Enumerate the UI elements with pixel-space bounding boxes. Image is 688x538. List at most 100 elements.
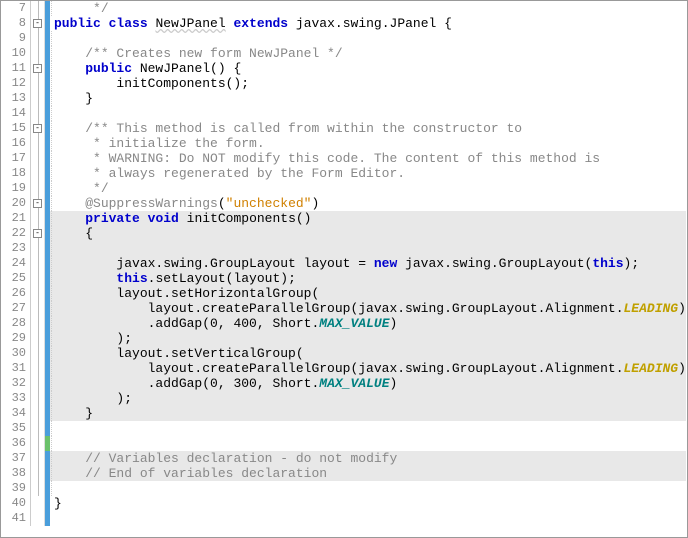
code-content[interactable]: private void initComponents() [50,211,686,226]
code-content[interactable] [50,436,686,451]
code-content[interactable]: .addGap(0, 300, Short.MAX_VALUE) [50,376,686,391]
code-content[interactable]: } [50,91,686,106]
code-line[interactable]: 15- /** This method is called from withi… [1,121,686,136]
code-line[interactable]: 24 javax.swing.GroupLayout layout = new … [1,256,686,271]
code-content[interactable]: this.setLayout(layout); [50,271,686,286]
code-content[interactable]: javax.swing.GroupLayout layout = new jav… [50,256,686,271]
code-line[interactable]: 17 * WARNING: Do NOT modify this code. T… [1,151,686,166]
line-number: 11 [1,61,31,76]
code-content[interactable]: } [50,496,686,511]
code-content[interactable] [50,481,686,496]
code-line[interactable]: 21 private void initComponents() [1,211,686,226]
code-content[interactable]: { [50,226,686,241]
fold-gutter [31,211,45,226]
code-line[interactable]: 12 initComponents(); [1,76,686,91]
code-line[interactable]: 14 [1,106,686,121]
code-content[interactable]: public NewJPanel() { [50,61,686,76]
code-content[interactable]: */ [50,1,686,16]
fold-gutter[interactable]: - [31,196,45,211]
code-content[interactable]: .addGap(0, 400, Short.MAX_VALUE) [50,316,686,331]
code-line[interactable]: 35 [1,421,686,436]
code-line[interactable]: 32 .addGap(0, 300, Short.MAX_VALUE) [1,376,686,391]
code-line[interactable]: 27 layout.createParallelGroup(javax.swin… [1,301,686,316]
code-line[interactable]: 13 } [1,91,686,106]
fold-gutter[interactable]: - [31,61,45,76]
code-content[interactable] [50,106,686,121]
code-editor[interactable]: 7 */8-public class NewJPanel extends jav… [0,0,688,538]
code-line[interactable]: 11- public NewJPanel() { [1,61,686,76]
fold-gutter[interactable]: - [31,16,45,31]
line-number: 12 [1,76,31,91]
code-line[interactable]: 39 [1,481,686,496]
line-number: 19 [1,181,31,196]
code-content[interactable]: ); [50,331,686,346]
code-content[interactable] [50,421,686,436]
fold-gutter[interactable]: - [31,226,45,241]
code-content[interactable] [50,511,686,526]
code-content[interactable]: layout.createParallelGroup(javax.swing.G… [50,361,686,376]
code-line[interactable]: 7 */ [1,1,686,16]
code-line[interactable]: 20- @SuppressWarnings("unchecked") [1,196,686,211]
code-content[interactable] [50,31,686,46]
fold-collapse-icon[interactable]: - [33,199,42,208]
fold-gutter [31,241,45,256]
code-content[interactable]: // End of variables declaration [50,466,686,481]
code-line[interactable]: 38 // End of variables declaration [1,466,686,481]
code-line[interactable]: 41 [1,511,686,526]
code-line[interactable]: 22- { [1,226,686,241]
code-line[interactable]: 33 ); [1,391,686,406]
code-content[interactable]: ); [50,391,686,406]
code-line[interactable]: 26 layout.setHorizontalGroup( [1,286,686,301]
code-line[interactable]: 36 [1,436,686,451]
code-line[interactable]: 28 .addGap(0, 400, Short.MAX_VALUE) [1,316,686,331]
fold-gutter [31,76,45,91]
line-number: 32 [1,376,31,391]
code-content[interactable]: /** Creates new form NewJPanel */ [50,46,686,61]
fold-gutter[interactable]: - [31,121,45,136]
code-line[interactable]: 8-public class NewJPanel extends javax.s… [1,16,686,31]
code-content[interactable]: * always regenerated by the Form Editor. [50,166,686,181]
line-number: 31 [1,361,31,376]
code-content[interactable]: layout.setVerticalGroup( [50,346,686,361]
fold-gutter [31,421,45,436]
code-line[interactable]: 40} [1,496,686,511]
code-line[interactable]: 18 * always regenerated by the Form Edit… [1,166,686,181]
code-content[interactable]: public class NewJPanel extends javax.swi… [50,16,686,31]
code-line[interactable]: 10 /** Creates new form NewJPanel */ [1,46,686,61]
fold-gutter [31,376,45,391]
code-line[interactable]: 29 ); [1,331,686,346]
code-line[interactable]: 16 * initialize the form. [1,136,686,151]
code-content[interactable]: @SuppressWarnings("unchecked") [50,196,686,211]
fold-gutter [31,511,45,526]
line-number: 13 [1,91,31,106]
code-line[interactable]: 19 */ [1,181,686,196]
code-content[interactable]: * initialize the form. [50,136,686,151]
code-line[interactable]: 30 layout.setVerticalGroup( [1,346,686,361]
fold-gutter [31,286,45,301]
code-content[interactable]: layout.setHorizontalGroup( [50,286,686,301]
fold-gutter [31,151,45,166]
fold-collapse-icon[interactable]: - [33,19,42,28]
fold-gutter [31,1,45,16]
code-line[interactable]: 25 this.setLayout(layout); [1,271,686,286]
fold-collapse-icon[interactable]: - [33,124,42,133]
fold-collapse-icon[interactable]: - [33,64,42,73]
code-content[interactable]: } [50,406,686,421]
code-content[interactable]: * WARNING: Do NOT modify this code. The … [50,151,686,166]
code-line[interactable]: 23 [1,241,686,256]
code-content[interactable]: // Variables declaration - do not modify [50,451,686,466]
code-content[interactable] [50,241,686,256]
code-content[interactable]: */ [50,181,686,196]
code-line[interactable]: 37 // Variables declaration - do not mod… [1,451,686,466]
line-number: 14 [1,106,31,121]
line-number: 28 [1,316,31,331]
code-line[interactable]: 34 } [1,406,686,421]
code-line[interactable]: 31 layout.createParallelGroup(javax.swin… [1,361,686,376]
fold-collapse-icon[interactable]: - [33,229,42,238]
code-content[interactable]: initComponents(); [50,76,686,91]
fold-gutter [31,31,45,46]
code-content[interactable]: layout.createParallelGroup(javax.swing.G… [50,301,686,316]
code-content[interactable]: /** This method is called from within th… [50,121,686,136]
code-line[interactable]: 9 [1,31,686,46]
line-number: 23 [1,241,31,256]
